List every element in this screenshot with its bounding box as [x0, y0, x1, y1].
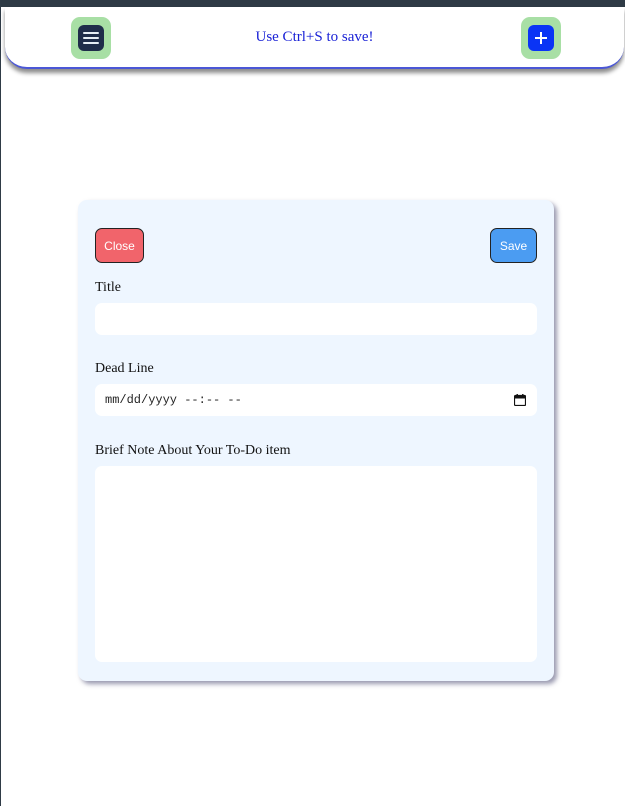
- note-textarea[interactable]: [95, 466, 537, 662]
- calendar-icon[interactable]: [514, 394, 526, 406]
- window-top-strip: [1, 0, 625, 7]
- title-input[interactable]: [95, 303, 537, 335]
- deadline-label: Dead Line: [95, 361, 154, 376]
- note-label: Brief Note About Your To-Do item: [95, 443, 291, 458]
- close-button[interactable]: Close: [95, 228, 144, 263]
- save-button[interactable]: Save: [490, 228, 537, 263]
- app-header: Use Ctrl+S to save!: [5, 7, 624, 69]
- add-item-button[interactable]: [521, 17, 561, 59]
- todo-form-card: Close Save Title Dead Line mm/dd/yyyy --…: [78, 200, 554, 681]
- plus-icon: [528, 25, 554, 51]
- app-page: Use Ctrl+S to save! Close Save Title Dea…: [0, 0, 625, 806]
- deadline-datetime-input[interactable]: mm/dd/yyyy --:-- --: [95, 384, 537, 416]
- deadline-value: mm/dd/yyyy --:-- --: [105, 393, 242, 407]
- title-label: Title: [95, 280, 121, 295]
